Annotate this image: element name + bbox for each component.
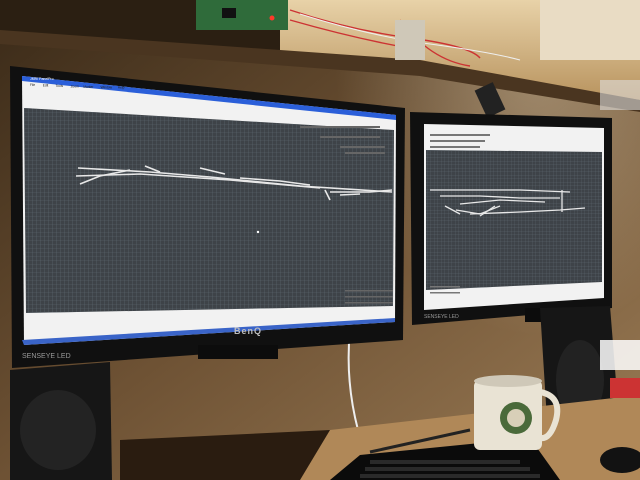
- menu-item-marker[interactable]: Marker: [83, 85, 94, 89]
- terminal-block: [395, 20, 425, 60]
- left-window-title: JMRI PanelPro: [30, 77, 54, 81]
- menu-item-file[interactable]: File: [30, 83, 35, 87]
- right-shelf-items: [600, 340, 640, 370]
- circuit-chip: [222, 8, 236, 18]
- photo-scene: BenQ SENSEYE LED JMRI PanelPro File Edit T…: [0, 0, 640, 480]
- keyboard-keys: [360, 460, 540, 478]
- menu-item-help[interactable]: Help: [118, 86, 125, 90]
- left-brand-logo: BenQ: [234, 326, 262, 336]
- circuit-board: [196, 0, 288, 30]
- shelf-right-panel: [540, 0, 640, 60]
- menu-item-edit[interactable]: Edit: [43, 83, 49, 87]
- left-led-label: SENSEYE LED: [22, 353, 71, 360]
- left-speaker-grille: [20, 390, 96, 470]
- left-monitor-stand: [198, 345, 278, 359]
- menu-item-zoom[interactable]: Zoom: [71, 84, 79, 88]
- right-led-label: SENSEYE LED: [424, 314, 459, 320]
- right-monitor: [410, 112, 612, 325]
- mouse-cursor: [256, 230, 260, 234]
- menu-item-tools[interactable]: Tools: [56, 84, 64, 88]
- left-monitor: [10, 66, 405, 368]
- menu-item-window[interactable]: Window: [101, 85, 113, 89]
- board-led: [269, 15, 275, 21]
